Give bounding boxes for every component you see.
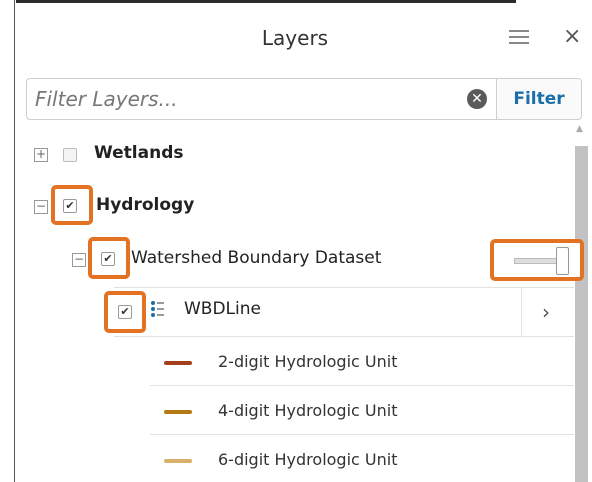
watershed-checkbox[interactable]: ✔	[101, 252, 115, 266]
layer-label-wbdline: WBDLine	[184, 299, 261, 319]
layer-label-hydrology: Hydrology	[96, 195, 195, 215]
layer-label-watershed-boundary: Watershed Boundary Dataset	[131, 248, 382, 268]
panel-header: Layers ×	[15, 0, 592, 78]
legend-label-4-digit: 4-digit Hydrologic Unit	[218, 401, 398, 420]
filter-button[interactable]: Filter	[496, 78, 582, 120]
wetlands-expand-icon[interactable]: +	[34, 148, 48, 162]
legend-divider	[150, 385, 574, 386]
watershed-collapse-icon[interactable]: −	[72, 253, 86, 267]
scroll-up-arrow-icon[interactable]: ▲	[576, 124, 583, 134]
legend-label-6-digit: 6-digit Hydrologic Unit	[218, 450, 398, 469]
layer-label-wetlands: Wetlands	[94, 143, 184, 163]
chevron-divider	[521, 288, 522, 336]
legend-divider	[150, 434, 574, 435]
hydrology-collapse-icon[interactable]: −	[34, 200, 48, 214]
wbdline-checkbox[interactable]: ✔	[118, 305, 132, 319]
hydrology-checkbox[interactable]: ✔	[63, 199, 77, 213]
close-icon[interactable]: ×	[563, 24, 581, 49]
scrollbar[interactable]: ▲	[574, 124, 588, 482]
panel-title: Layers	[261, 26, 329, 50]
row-divider	[114, 287, 574, 288]
legend-list-icon[interactable]	[150, 300, 164, 318]
opacity-slider[interactable]	[490, 239, 584, 281]
chevron-right-icon[interactable]: ›	[542, 300, 550, 324]
clear-icon[interactable]: ✕	[467, 89, 487, 109]
filter-layers-input[interactable]	[26, 78, 496, 120]
scroll-thumb[interactable]	[575, 146, 588, 482]
hamburger-icon[interactable]	[509, 30, 529, 46]
legend-swatch-2-digit	[164, 361, 192, 365]
row-divider	[114, 336, 574, 337]
filter-row: ✕ Filter	[26, 78, 582, 122]
legend-swatch-4-digit	[164, 410, 192, 414]
slider-thumb[interactable]	[556, 247, 569, 275]
legend-label-2-digit: 2-digit Hydrologic Unit	[218, 352, 398, 371]
wetlands-checkbox[interactable]	[63, 148, 77, 162]
legend-swatch-6-digit	[164, 459, 192, 463]
